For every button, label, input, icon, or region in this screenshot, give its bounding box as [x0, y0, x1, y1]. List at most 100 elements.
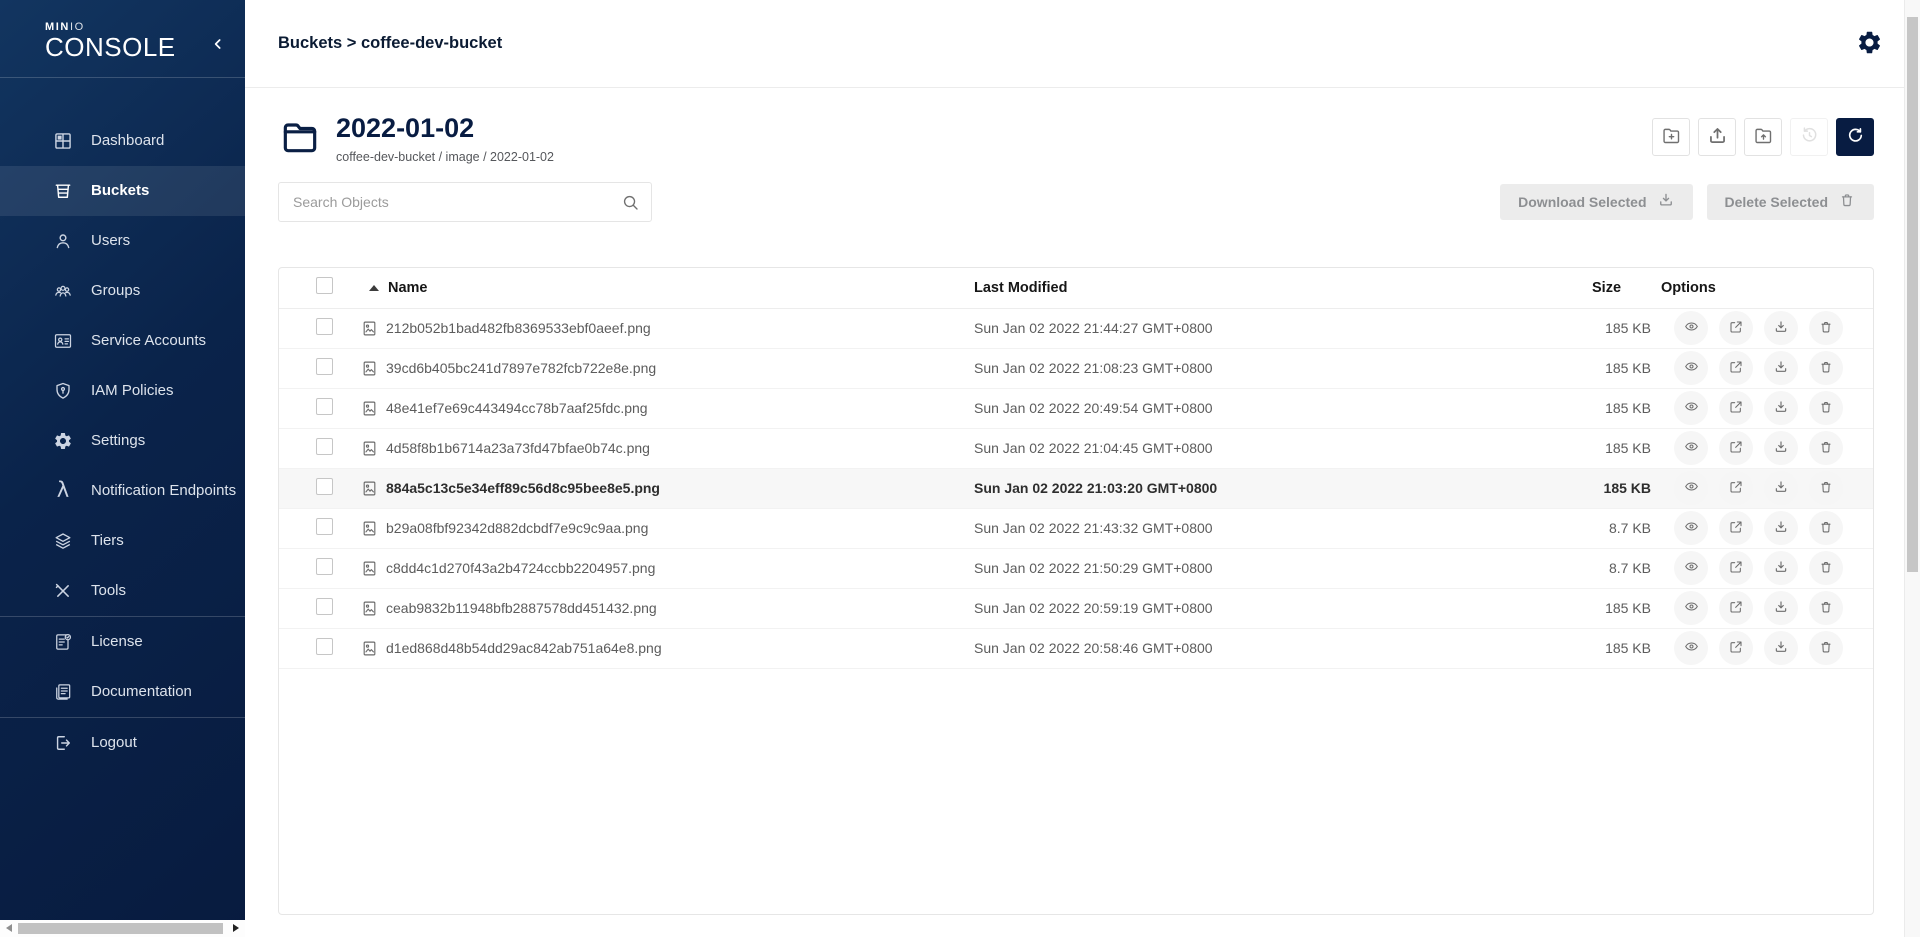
breadcrumb[interactable]: Buckets > coffee-dev-bucket	[278, 34, 502, 53]
object-name[interactable]: d1ed868d48b54dd29ac842ab751a64e8.png	[386, 640, 662, 656]
search-input[interactable]	[278, 182, 652, 222]
sidebar-item-label: Documentation	[91, 683, 192, 700]
download-selected-button[interactable]: Download Selected	[1500, 184, 1692, 220]
horizontal-scrollbar[interactable]	[0, 920, 245, 937]
table-row[interactable]: 884a5c13c5e34eff89c56d8c95bee8e5.png Sun…	[279, 469, 1873, 509]
trash-icon	[1818, 639, 1834, 658]
share-object-button[interactable]	[1719, 471, 1753, 505]
open-external-icon	[1728, 479, 1744, 498]
row-checkbox[interactable]	[316, 438, 333, 455]
download-object-button[interactable]	[1764, 631, 1798, 665]
sidebar-item-tiers[interactable]: Tiers	[0, 516, 245, 566]
table-row[interactable]: ceab9832b11948bfb2887578dd451432.png Sun…	[279, 589, 1873, 629]
sidebar-item-iam-policies[interactable]: IAM Policies	[0, 366, 245, 416]
sidebar-item-notification-endpoints[interactable]: λ Notification Endpoints	[0, 466, 245, 516]
sidebar-item-tools[interactable]: Tools	[0, 566, 245, 616]
download-object-button[interactable]	[1764, 391, 1798, 425]
object-name[interactable]: ceab9832b11948bfb2887578dd451432.png	[386, 600, 657, 616]
settings-gear-button[interactable]	[1854, 29, 1884, 59]
delete-object-button[interactable]	[1809, 471, 1843, 505]
object-name[interactable]: 39cd6b405bc241d7897e782fcb722e8e.png	[386, 360, 656, 376]
table-row[interactable]: 39cd6b405bc241d7897e782fcb722e8e.png Sun…	[279, 349, 1873, 389]
delete-object-button[interactable]	[1809, 511, 1843, 545]
delete-object-button[interactable]	[1809, 591, 1843, 625]
share-object-button[interactable]	[1719, 551, 1753, 585]
refresh-button[interactable]	[1836, 118, 1874, 156]
object-name[interactable]: 48e41ef7e69c443494cc78b7aaf25fdc.png	[386, 400, 648, 416]
row-checkbox[interactable]	[316, 398, 333, 415]
preview-object-button[interactable]	[1674, 431, 1708, 465]
row-checkbox[interactable]	[316, 358, 333, 375]
download-object-button[interactable]	[1764, 311, 1798, 345]
object-name[interactable]: 884a5c13c5e34eff89c56d8c95bee8e5.png	[386, 480, 660, 496]
table-row[interactable]: b29a08fbf92342d882dcbdf7e9c9c9aa.png Sun…	[279, 509, 1873, 549]
column-header-name[interactable]: Name	[351, 280, 974, 296]
object-path-breadcrumb[interactable]: coffee-dev-bucket / image / 2022-01-02	[336, 150, 554, 164]
share-object-button[interactable]	[1719, 631, 1753, 665]
row-checkbox[interactable]	[316, 598, 333, 615]
delete-object-button[interactable]	[1809, 431, 1843, 465]
vertical-scrollbar[interactable]	[1904, 0, 1920, 937]
sidebar-item-service-accounts[interactable]: Service Accounts	[0, 316, 245, 366]
delete-object-button[interactable]	[1809, 551, 1843, 585]
row-checkbox[interactable]	[316, 318, 333, 335]
open-external-icon	[1728, 439, 1744, 458]
upload-file-button[interactable]	[1698, 118, 1736, 156]
preview-object-button[interactable]	[1674, 311, 1708, 345]
delete-object-button[interactable]	[1809, 351, 1843, 385]
object-name[interactable]: 4d58f8b1b6714a23a73fd47bfae0b74c.png	[386, 440, 650, 456]
object-name[interactable]: b29a08fbf92342d882dcbdf7e9c9c9aa.png	[386, 520, 648, 536]
download-object-button[interactable]	[1764, 591, 1798, 625]
row-checkbox[interactable]	[316, 638, 333, 655]
preview-object-button[interactable]	[1674, 551, 1708, 585]
table-row[interactable]: 4d58f8b1b6714a23a73fd47bfae0b74c.png Sun…	[279, 429, 1873, 469]
download-object-button[interactable]	[1764, 431, 1798, 465]
preview-object-button[interactable]	[1674, 631, 1708, 665]
delete-selected-button[interactable]: Delete Selected	[1707, 184, 1875, 220]
sidebar-item-buckets[interactable]: Buckets	[0, 166, 245, 216]
horizontal-scrollbar-thumb[interactable]	[18, 923, 223, 934]
preview-object-button[interactable]	[1674, 471, 1708, 505]
sidebar-item-license[interactable]: License	[0, 617, 245, 667]
sidebar-item-logout[interactable]: Logout	[0, 718, 245, 768]
share-object-button[interactable]	[1719, 351, 1753, 385]
row-checkbox[interactable]	[316, 558, 333, 575]
object-table-body: 212b052b1bad482fb8369533ebf0aeef.png Sun…	[279, 309, 1873, 669]
sidebar-item-users[interactable]: Users	[0, 216, 245, 266]
table-row[interactable]: d1ed868d48b54dd29ac842ab751a64e8.png Sun…	[279, 629, 1873, 669]
upload-folder-button[interactable]	[1744, 118, 1782, 156]
preview-object-button[interactable]	[1674, 351, 1708, 385]
download-object-button[interactable]	[1764, 351, 1798, 385]
scroll-right-arrow-icon[interactable]	[233, 924, 239, 932]
delete-object-button[interactable]	[1809, 311, 1843, 345]
scroll-left-arrow-icon[interactable]	[6, 924, 12, 932]
table-row[interactable]: c8dd4c1d270f43a2b4724ccbb2204957.png Sun…	[279, 549, 1873, 589]
delete-object-button[interactable]	[1809, 631, 1843, 665]
share-object-button[interactable]	[1719, 391, 1753, 425]
delete-object-button[interactable]	[1809, 391, 1843, 425]
select-all-checkbox[interactable]	[316, 277, 333, 294]
vertical-scrollbar-thumb[interactable]	[1907, 17, 1918, 572]
sidebar-item-settings[interactable]: Settings	[0, 416, 245, 466]
share-object-button[interactable]	[1719, 431, 1753, 465]
row-checkbox[interactable]	[316, 518, 333, 535]
download-object-button[interactable]	[1764, 511, 1798, 545]
row-checkbox[interactable]	[316, 478, 333, 495]
preview-object-button[interactable]	[1674, 591, 1708, 625]
sidebar-item-dashboard[interactable]: Dashboard	[0, 116, 245, 166]
share-object-button[interactable]	[1719, 311, 1753, 345]
sidebar-collapse-button[interactable]	[207, 34, 229, 56]
preview-object-button[interactable]	[1674, 391, 1708, 425]
table-row[interactable]: 212b052b1bad482fb8369533ebf0aeef.png Sun…	[279, 309, 1873, 349]
object-name[interactable]: 212b052b1bad482fb8369533ebf0aeef.png	[386, 320, 651, 336]
share-object-button[interactable]	[1719, 511, 1753, 545]
sidebar-item-groups[interactable]: Groups	[0, 266, 245, 316]
share-object-button[interactable]	[1719, 591, 1753, 625]
table-row[interactable]: 48e41ef7e69c443494cc78b7aaf25fdc.png Sun…	[279, 389, 1873, 429]
new-path-button[interactable]	[1652, 118, 1690, 156]
download-object-button[interactable]	[1764, 551, 1798, 585]
object-name[interactable]: c8dd4c1d270f43a2b4724ccbb2204957.png	[386, 560, 655, 576]
preview-object-button[interactable]	[1674, 511, 1708, 545]
download-object-button[interactable]	[1764, 471, 1798, 505]
sidebar-item-documentation[interactable]: Documentation	[0, 667, 245, 717]
